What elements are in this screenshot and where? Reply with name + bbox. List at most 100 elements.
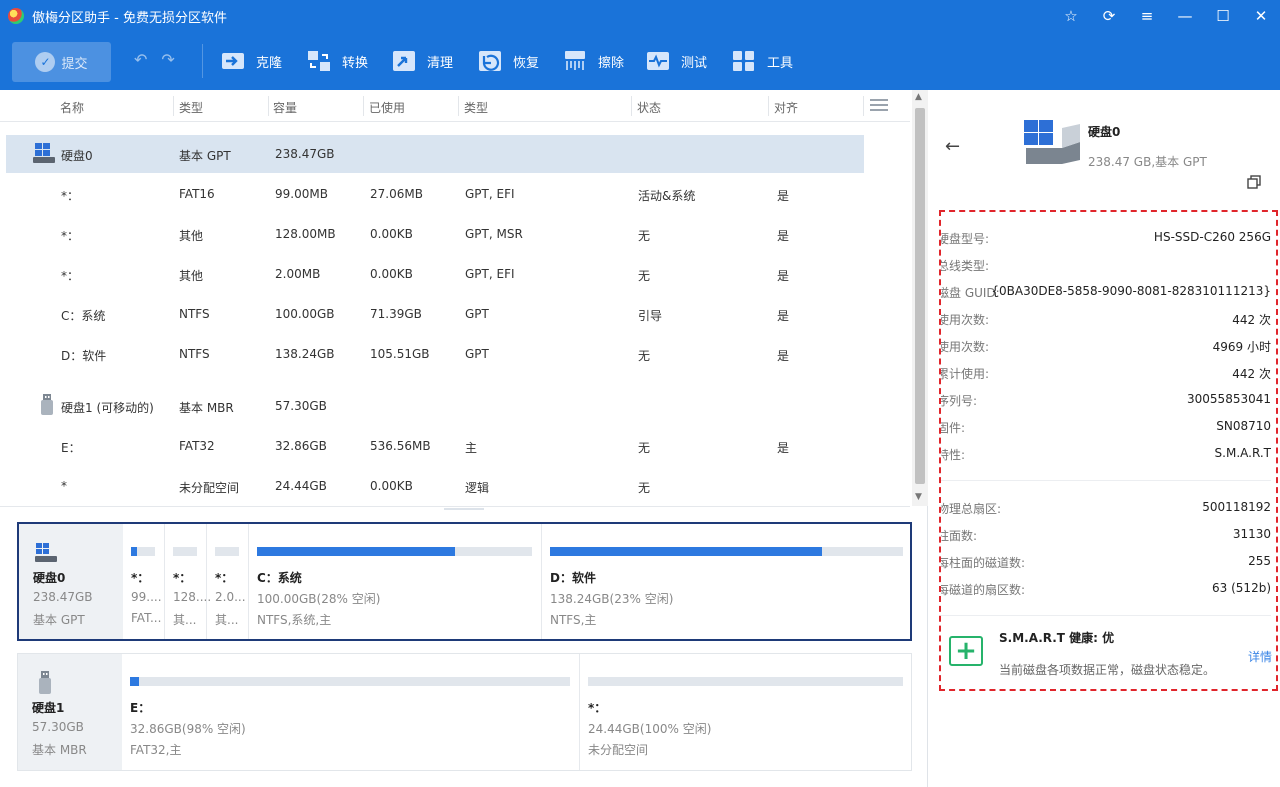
table-row[interactable]: *： 其他 2.00MB 0.00KB GPT, EFI 无 是 xyxy=(6,255,864,293)
col-divider xyxy=(458,96,459,116)
property-value: 63 (512b) xyxy=(1212,581,1271,595)
partition-name: *： xyxy=(131,571,150,585)
disk-type: 基本 GPT xyxy=(33,613,85,627)
table-row[interactable]: D：软件 NTFS 138.24GB 105.51GB GPT 无 是 xyxy=(6,335,864,373)
maximize-icon[interactable]: ☐ xyxy=(1204,0,1242,32)
clone-button[interactable]: 克隆 xyxy=(220,48,282,74)
column-settings-icon[interactable] xyxy=(870,99,888,113)
disk-map-disk0[interactable]: 硬盘0 238.47GB 基本 GPT *： 99.... FAT... *： … xyxy=(17,522,912,641)
back-arrow-icon[interactable]: ← xyxy=(945,136,960,157)
partition-fs: NTFS,系统,主 xyxy=(257,613,332,627)
table-row[interactable]: E： FAT32 32.86GB 536.56MB 主 无 是 xyxy=(6,427,864,465)
usage-bar xyxy=(131,547,155,556)
property-row: 累计使用: 442 次 xyxy=(941,365,1271,385)
col-ptype[interactable]: 类型 xyxy=(464,99,488,116)
property-row: 物理总扇区: 500118192 xyxy=(941,500,1271,520)
row-name: E： xyxy=(61,441,81,455)
tools-label: 工具 xyxy=(767,55,794,71)
undo-icon[interactable]: ↶ xyxy=(134,50,147,69)
splitter-grip[interactable] xyxy=(444,508,484,510)
redo-icon[interactable]: ↷ xyxy=(161,50,174,69)
convert-button[interactable]: 转换 xyxy=(306,48,368,74)
favorite-icon[interactable]: ☆ xyxy=(1052,0,1090,32)
col-capacity[interactable]: 容量 xyxy=(273,99,297,116)
table-row[interactable]: *： FAT16 99.00MB 27.06MB GPT, EFI 活动&系统 … xyxy=(6,175,864,213)
usage-bar-fill xyxy=(550,547,822,556)
table-row[interactable]: *： 其他 128.00MB 0.00KB GPT, MSR 无 是 xyxy=(6,215,864,253)
row-type: NTFS xyxy=(179,347,210,361)
partition-fs: 其... xyxy=(173,613,197,627)
row-capacity: 128.00MB xyxy=(275,227,336,241)
property-row: 固件: SN08710 xyxy=(941,419,1271,439)
partition-block-c[interactable]: C：系统 100.00GB(28% 空闲) NTFS,系统,主 xyxy=(249,524,542,639)
partition-block[interactable]: *： 128.... 其... xyxy=(165,524,211,639)
title-bar: 傲梅分区助手 - 免费无损分区软件 ☆ ⟳ ≡ — ☐ ✕ xyxy=(0,0,1280,32)
table-row-disk1[interactable]: 硬盘1 (可移动的) 基本 MBR 57.30GB xyxy=(6,387,864,425)
table-row[interactable]: * 未分配空间 24.44GB 0.00KB 逻辑 无 xyxy=(6,467,864,505)
convert-icon xyxy=(306,49,332,73)
row-used: 27.06MB xyxy=(370,187,423,201)
row-used: 536.56MB xyxy=(370,439,431,453)
table-row[interactable]: C：系统 NTFS 100.00GB 71.39GB GPT 引导 是 xyxy=(6,295,864,333)
scroll-down-icon[interactable]: ▼ xyxy=(915,492,922,502)
partition-block-e[interactable]: E： 32.86GB(98% 空闲) FAT32,主 xyxy=(122,654,580,770)
copy-icon[interactable] xyxy=(1247,175,1261,189)
property-row: 序列号: 30055853041 xyxy=(941,392,1271,412)
property-value: 255 xyxy=(1248,554,1271,568)
smart-health-title: S.M.A.R.T 健康: 优 xyxy=(999,631,1115,645)
property-value: 442 次 xyxy=(1232,313,1271,327)
usb-icon xyxy=(39,671,51,694)
row-ptype: GPT xyxy=(465,307,489,321)
property-value: HS-SSD-C260 256G xyxy=(1153,230,1271,244)
row-align: 是 xyxy=(777,349,790,363)
property-key: 使用次数: xyxy=(939,313,990,327)
row-type: 其他 xyxy=(179,229,204,243)
col-type[interactable]: 类型 xyxy=(179,99,203,116)
tools-button[interactable]: 工具 xyxy=(731,48,793,74)
col-used[interactable]: 已使用 xyxy=(369,99,405,116)
row-align: 是 xyxy=(777,269,790,283)
partition-block[interactable]: *： 99.... FAT... xyxy=(123,524,165,639)
submit-button[interactable]: ✓ 提交 xyxy=(12,42,111,82)
row-ptype: GPT, EFI xyxy=(465,267,515,281)
pane-splitter xyxy=(0,506,910,507)
partition-block-d[interactable]: D：软件 138.24GB(23% 空闲) NTFS,主 xyxy=(542,524,910,639)
wipe-button[interactable]: 擦除 xyxy=(562,48,624,74)
col-name[interactable]: 名称 xyxy=(60,99,84,116)
refresh-icon[interactable]: ⟳ xyxy=(1090,0,1128,32)
partition-fs: 未分配空间 xyxy=(588,743,649,757)
smart-details-link[interactable]: 详情 xyxy=(1248,648,1272,665)
disk-map-disk1[interactable]: 硬盘1 57.30GB 基本 MBR E： 32.86GB(98% 空闲) FA… xyxy=(17,653,912,771)
partition-size: 2.0... xyxy=(215,590,246,604)
scrollbar-thumb[interactable] xyxy=(915,108,925,484)
row-align: 是 xyxy=(777,309,790,323)
partition-block[interactable]: *： 2.0... 其... xyxy=(207,524,249,639)
usage-bar xyxy=(257,547,532,556)
row-type: FAT16 xyxy=(179,187,215,201)
col-status[interactable]: 状态 xyxy=(637,99,661,116)
partition-size: 24.44GB(100% 空闲) xyxy=(588,722,712,736)
property-row: 磁盘 GUID: {0BA30DE8-5858-9090-8081-8283101… xyxy=(941,284,1271,304)
menu-icon[interactable]: ≡ xyxy=(1128,0,1166,32)
property-value: SN08710 xyxy=(1216,419,1271,433)
section-divider xyxy=(941,615,1271,616)
recover-button[interactable]: 恢复 xyxy=(477,48,539,74)
close-icon[interactable]: ✕ xyxy=(1242,0,1280,32)
table-row-disk0[interactable]: 硬盘0 基本 GPT 238.47GB xyxy=(6,135,864,173)
test-button[interactable]: 测试 xyxy=(645,48,707,74)
clean-button[interactable]: 清理 xyxy=(391,48,453,74)
property-value: 4969 小时 xyxy=(1212,340,1271,354)
partition-name: C：系统 xyxy=(257,571,302,585)
property-key: 累计使用: xyxy=(939,367,990,381)
property-key: 固件: xyxy=(939,421,966,435)
col-divider xyxy=(631,96,632,116)
table-scrollbar[interactable]: ▲ ▼ xyxy=(912,90,928,506)
row-status: 无 xyxy=(638,481,651,495)
smart-health-desc: 当前磁盘各项数据正常，磁盘状态稳定。 xyxy=(999,663,1216,677)
clean-icon xyxy=(391,49,417,73)
scroll-up-icon[interactable]: ▲ xyxy=(915,92,922,102)
row-align: 是 xyxy=(777,229,790,243)
minimize-icon[interactable]: — xyxy=(1166,0,1204,32)
col-align[interactable]: 对齐 xyxy=(774,99,798,116)
partition-block-unallocated[interactable]: *： 24.44GB(100% 空闲) 未分配空间 xyxy=(580,654,911,770)
